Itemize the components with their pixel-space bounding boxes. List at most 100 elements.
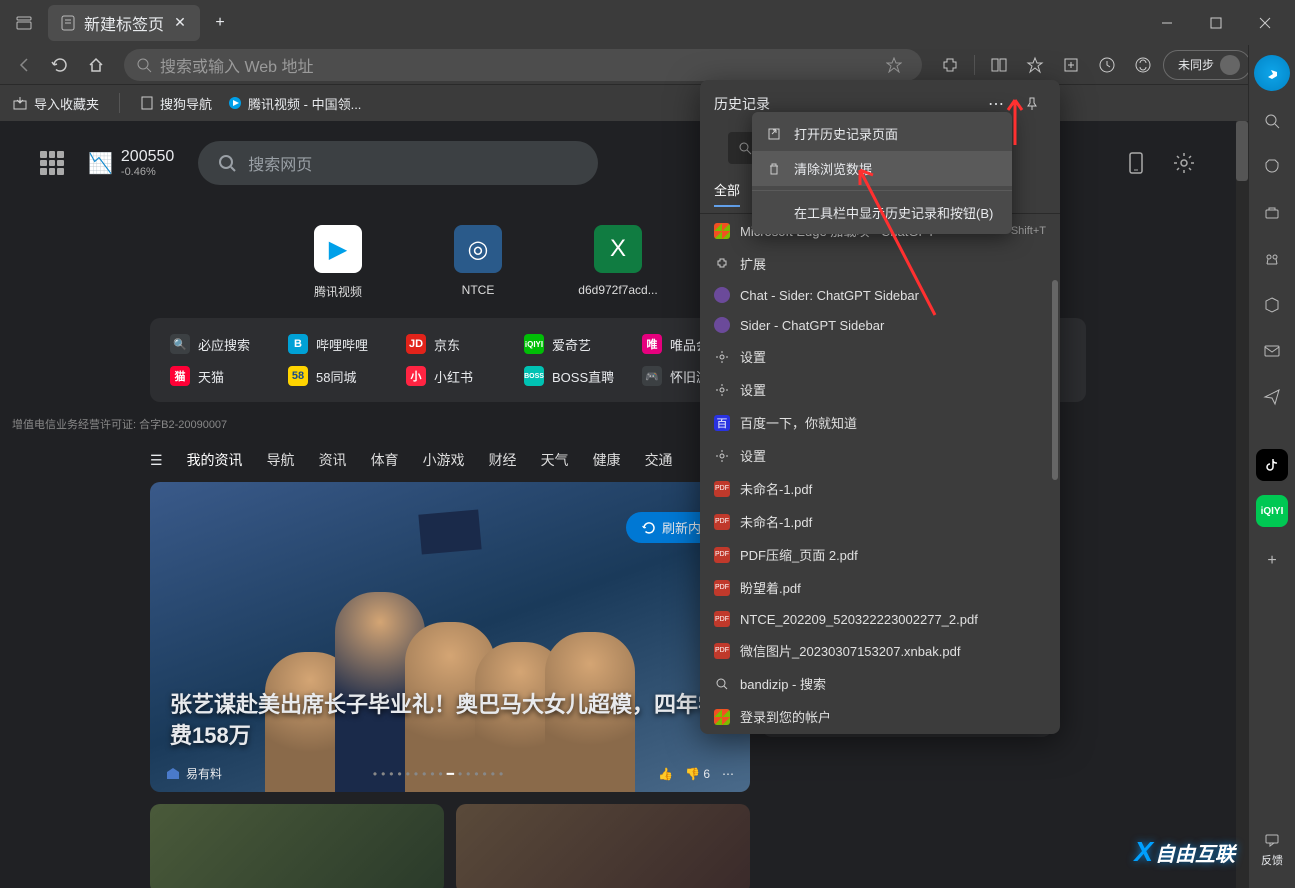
refresh-button[interactable] bbox=[44, 49, 76, 81]
history-button[interactable] bbox=[1091, 49, 1123, 81]
feed-nav-item[interactable]: 健康 bbox=[593, 450, 621, 470]
history-item[interactable]: bandizip - 搜索 bbox=[700, 667, 1060, 700]
maximize-button[interactable] bbox=[1193, 7, 1238, 39]
device-icon[interactable] bbox=[1124, 151, 1148, 175]
ntp-search-box[interactable]: 搜索网页 bbox=[198, 141, 598, 185]
feed-thumb-row bbox=[0, 792, 1236, 888]
feed-thumbnail[interactable] bbox=[150, 804, 444, 888]
feed-nav-item[interactable]: 财经 bbox=[489, 450, 517, 470]
tab-actions-button[interactable] bbox=[8, 7, 40, 39]
ctx-open-history-page[interactable]: 打开历史记录页面 bbox=[752, 116, 1012, 151]
feed-nav-item[interactable]: 小游戏 bbox=[423, 450, 465, 470]
dislike-button[interactable]: 👎 6 bbox=[685, 767, 710, 781]
history-tab-all[interactable]: 全部 bbox=[714, 180, 740, 207]
bing-chat-icon[interactable] bbox=[1254, 55, 1290, 91]
stock-trend-icon: 📉 bbox=[88, 151, 113, 176]
history-item[interactable]: 扩展 bbox=[700, 247, 1060, 280]
quick-link[interactable]: JD京东 bbox=[402, 328, 512, 360]
favorites-button[interactable] bbox=[1019, 49, 1051, 81]
quick-link[interactable]: 小小红书 bbox=[402, 360, 512, 392]
feed-nav-item[interactable]: 资讯 bbox=[319, 450, 347, 470]
vertical-scrollbar[interactable] bbox=[1236, 121, 1248, 888]
feed-nav-item[interactable]: 交通 bbox=[645, 450, 673, 470]
sidebar-iqiyi-icon[interactable]: iQIYI bbox=[1256, 495, 1288, 527]
close-window-button[interactable] bbox=[1242, 7, 1287, 39]
sidebar-tiktok-icon[interactable] bbox=[1256, 449, 1288, 481]
feed-nav-item[interactable]: 天气 bbox=[541, 450, 569, 470]
favorite-star-button[interactable] bbox=[878, 49, 910, 81]
watermark-text: 自由互联 bbox=[1155, 838, 1235, 867]
sidebar-add-button[interactable]: + bbox=[1256, 545, 1288, 577]
stock-mini-widget[interactable]: 📉 200550 -0.46% bbox=[88, 148, 174, 178]
address-bar[interactable]: 搜索或输入 Web 地址 bbox=[124, 49, 922, 81]
sidebar-outlook-icon[interactable] bbox=[1256, 335, 1288, 367]
shortcut-item[interactable]: Xd6d972f7acd... bbox=[578, 225, 658, 300]
history-item[interactable]: PDFNTCE_202209_520322223002277_2.pdf bbox=[700, 604, 1060, 634]
ctx-clear-browsing-data[interactable]: 清除浏览数据 bbox=[752, 151, 1012, 186]
feed-thumbnail[interactable] bbox=[456, 804, 750, 888]
sidebar-office-icon[interactable] bbox=[1256, 289, 1288, 321]
carousel-dots[interactable]: •••••••••━•••••• bbox=[232, 767, 648, 781]
history-item[interactable]: 设置 bbox=[700, 340, 1060, 373]
history-item[interactable]: Sider - ChatGPT Sidebar bbox=[700, 310, 1060, 340]
feed-nav-item[interactable]: 我的资讯 bbox=[187, 450, 243, 470]
settings-icon[interactable] bbox=[1172, 151, 1196, 175]
minimize-button[interactable] bbox=[1144, 7, 1189, 39]
tab-close-button[interactable]: ✕ bbox=[172, 15, 188, 31]
quick-link[interactable]: 猫天猫 bbox=[166, 360, 276, 392]
quick-link[interactable]: 🔍必应搜索 bbox=[166, 328, 276, 360]
quick-link[interactable]: B哔哩哔哩 bbox=[284, 328, 394, 360]
collections-button[interactable] bbox=[1055, 49, 1087, 81]
history-item[interactable]: 设置 bbox=[700, 373, 1060, 406]
hero-card[interactable]: 刷新内容 张艺谋赴美出席长子毕业礼！奥巴马大女儿超模，四年学费158万 易有料 … bbox=[150, 482, 750, 792]
shortcut-item[interactable]: ◎NTCE bbox=[438, 225, 518, 300]
history-item[interactable]: PDF盼望着.pdf bbox=[700, 571, 1060, 604]
sidebar-games-icon[interactable] bbox=[1256, 243, 1288, 275]
feed-menu-icon[interactable]: ☰ bbox=[150, 452, 163, 469]
feed-nav-item[interactable]: 体育 bbox=[371, 450, 399, 470]
feed-nav-item[interactable]: 导航 bbox=[267, 450, 295, 470]
history-item[interactable]: PDF微信图片_20230307153207.xnbak.pdf bbox=[700, 634, 1060, 667]
history-item[interactable]: 设置 bbox=[700, 439, 1060, 472]
history-item[interactable]: 百百度一下，你就知道 bbox=[700, 406, 1060, 439]
quick-link[interactable]: 5858同城 bbox=[284, 360, 394, 392]
sync-button[interactable]: 未同步 bbox=[1163, 50, 1251, 80]
extensions-button[interactable] bbox=[934, 49, 966, 81]
split-screen-button[interactable] bbox=[983, 49, 1015, 81]
home-button[interactable] bbox=[80, 49, 112, 81]
apps-grid-button[interactable] bbox=[40, 151, 64, 175]
quick-link[interactable]: BOSSBOSS直聘 bbox=[520, 360, 630, 392]
history-pin-button[interactable] bbox=[1018, 90, 1046, 118]
window-controls bbox=[1144, 7, 1287, 39]
history-item[interactable]: PDF未命名-1.pdf bbox=[700, 505, 1060, 538]
more-button[interactable]: ⋯ bbox=[722, 767, 734, 781]
like-button[interactable]: 👍 bbox=[658, 767, 673, 781]
import-favorites-button[interactable]: 导入收藏夹 bbox=[12, 94, 99, 113]
shortcut-item[interactable]: ▶腾讯视频 bbox=[298, 225, 378, 300]
history-list[interactable]: Microsoft Edge 加载项 - ChatGPTCtrl+Shift+T… bbox=[700, 214, 1060, 734]
sidebar-send-icon[interactable] bbox=[1256, 381, 1288, 413]
sidebar-search-icon[interactable] bbox=[1256, 105, 1288, 137]
quick-link[interactable]: iQIYI爱奇艺 bbox=[520, 328, 630, 360]
history-item[interactable]: 登录到您的帐户 bbox=[700, 700, 1060, 733]
bookmark-item[interactable]: 搜狗导航 bbox=[140, 94, 212, 113]
app-button[interactable] bbox=[1127, 49, 1159, 81]
sidebar-shopping-icon[interactable] bbox=[1256, 151, 1288, 183]
history-scrollbar[interactable] bbox=[1052, 280, 1058, 480]
history-item[interactable]: Chat - Sider: ChatGPT Sidebar bbox=[700, 280, 1060, 310]
quick-link-label: 天猫 bbox=[198, 367, 224, 386]
shortcut-label: d6d972f7acd... bbox=[578, 283, 658, 297]
bookmark-item[interactable]: 腾讯视频 - 中国领... bbox=[228, 94, 361, 113]
browser-tab[interactable]: 新建标签页 ✕ bbox=[48, 5, 200, 41]
history-item[interactable]: PDFPDF压缩_页面 2.pdf bbox=[700, 538, 1060, 571]
sidebar-tools-icon[interactable] bbox=[1256, 197, 1288, 229]
sidebar-feedback-button[interactable]: 反馈 bbox=[1261, 832, 1283, 868]
hero-source[interactable]: 易有料 bbox=[166, 765, 222, 782]
new-tab-button[interactable]: + bbox=[206, 9, 234, 37]
history-item[interactable]: 360极速浏览器 - 搜索 和另外 1 个标签页 bbox=[700, 733, 1060, 734]
import-favorites-label: 导入收藏夹 bbox=[34, 94, 99, 113]
ctx-show-toolbar-button[interactable]: 在工具栏中显示历史记录和按钮(B) bbox=[752, 195, 1012, 230]
history-item[interactable]: PDF未命名-1.pdf bbox=[700, 472, 1060, 505]
history-item-text: 登录到您的帐户 bbox=[740, 707, 1046, 726]
back-button[interactable] bbox=[8, 49, 40, 81]
